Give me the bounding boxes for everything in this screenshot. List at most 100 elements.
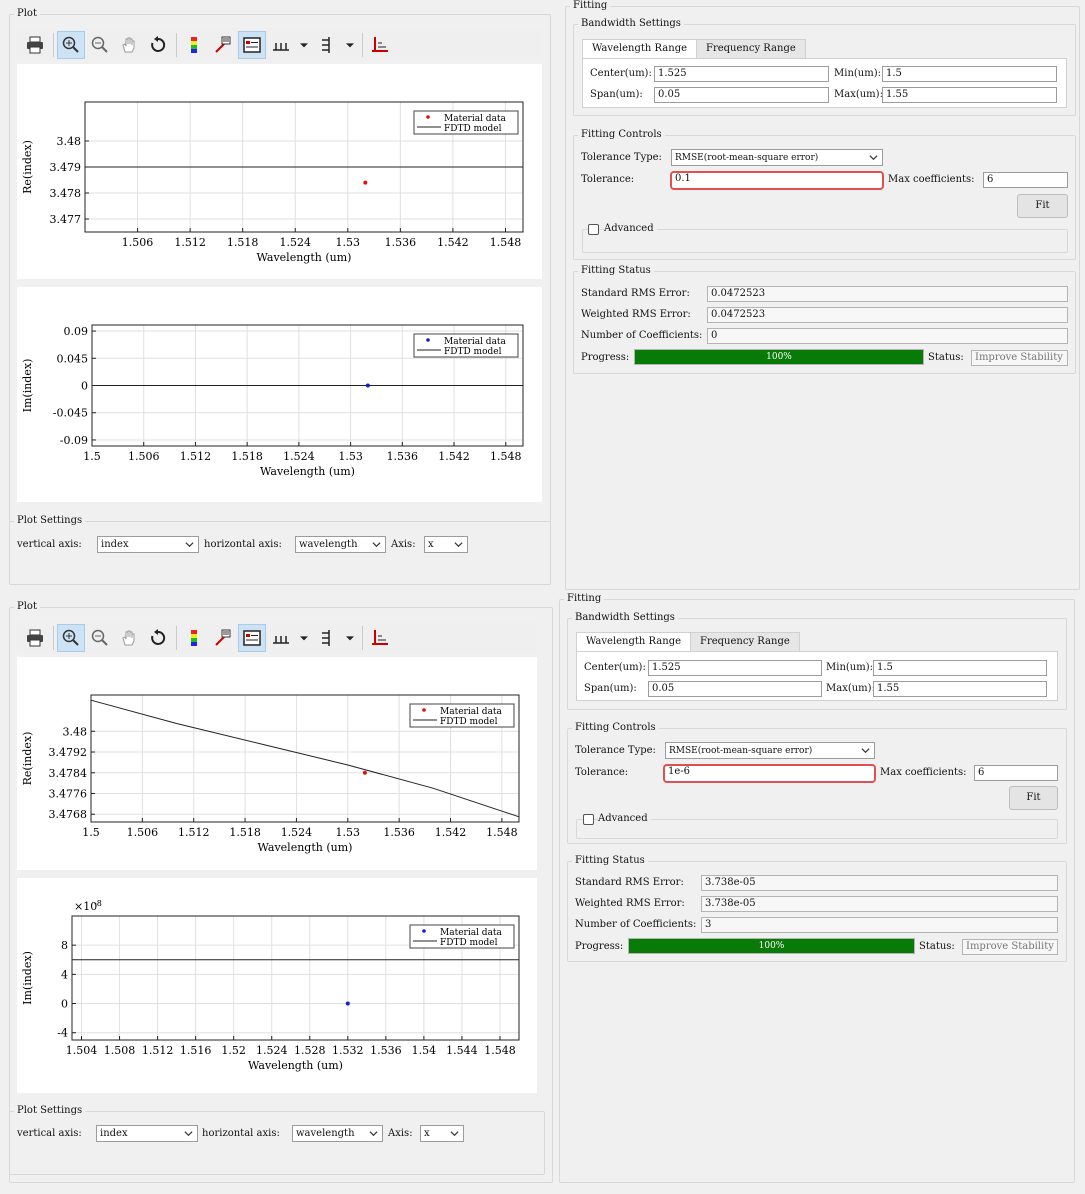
markers-dropdown[interactable] <box>296 624 312 652</box>
markers-button[interactable] <box>267 31 295 59</box>
markers-button[interactable] <box>267 624 295 652</box>
advanced-checkbox[interactable] <box>588 224 599 235</box>
y-tick-label: 3.477 <box>50 213 82 226</box>
min-field[interactable]: 1.5 <box>882 66 1057 82</box>
advanced-checkbox[interactable] <box>583 814 594 825</box>
pan-button[interactable] <box>115 31 143 59</box>
tolerance-type-select[interactable]: RMSE(root-mean-square error) <box>671 149 883 166</box>
min-field[interactable]: 1.5 <box>873 660 1047 676</box>
markers-icon <box>273 636 289 644</box>
tab-wavelength-range[interactable]: Wavelength Range <box>576 632 692 652</box>
plot-settings-title: Plot Settings <box>14 1105 86 1117</box>
markers-dropdown[interactable] <box>296 31 312 59</box>
y-tick-label: 8 <box>61 939 68 952</box>
re-index-chart[interactable]: 1.506 1.512 1.518 1.524 1.53 1.536 1.542 1.548 3… <box>17 64 542 279</box>
y-axis-label: Im(index) <box>21 951 34 1005</box>
horizontal-axis-select[interactable]: wavelength <box>295 536 386 553</box>
x-tick-label: 1.542 <box>437 236 469 249</box>
toolbar-separator <box>176 626 177 650</box>
center-field[interactable]: 1.525 <box>654 66 829 82</box>
max-coefficients-label: Max coefficients: <box>888 174 975 185</box>
data-cursor-button[interactable] <box>209 624 237 652</box>
print-button[interactable] <box>21 31 49 59</box>
reset-button[interactable] <box>144 31 172 59</box>
vertical-axis-select[interactable]: index <box>96 1125 198 1142</box>
horizontal-axis-select[interactable]: wavelength <box>292 1125 383 1142</box>
progress-text: 100% <box>766 352 792 362</box>
axis-select[interactable]: x <box>420 1125 464 1142</box>
fit-button[interactable]: Fit <box>1009 786 1058 810</box>
tab-frequency-range[interactable]: Frequency Range <box>696 39 806 59</box>
tab-frequency-range[interactable]: Frequency Range <box>690 632 800 652</box>
zoom-out-button[interactable] <box>86 624 114 652</box>
axes-button[interactable] <box>366 31 394 59</box>
legend-label-material: Material data <box>444 337 507 347</box>
standard-rms-label: Standard RMS Error: <box>581 288 690 299</box>
tolerance-field[interactable]: 1e-6 <box>663 764 876 783</box>
legend-button[interactable] <box>238 624 266 652</box>
status-label: Status: <box>928 352 964 363</box>
tolerance-type-select[interactable]: RMSE(root-mean-square error) <box>665 742 875 759</box>
axis-label: Axis: <box>388 1128 413 1139</box>
fitting-controls-title: Fitting Controls <box>578 129 665 141</box>
max-label: Max(um): <box>834 89 883 100</box>
progress-label: Progress: <box>581 352 630 363</box>
re-index-chart[interactable]: 1.5 1.506 1.512 1.518 1.524 1.53 1.536 1.542 1.5… <box>17 657 537 870</box>
align-dropdown[interactable] <box>342 31 358 59</box>
im-index-chart[interactable]: 1.5 1.506 1.512 1.518 1.524 1.53 1.536 1.542 1.5… <box>17 287 542 502</box>
max-field[interactable]: 1.55 <box>873 681 1047 697</box>
colormap-button[interactable] <box>180 624 208 652</box>
data-cursor-button[interactable] <box>209 31 237 59</box>
legend-marker-material <box>426 338 430 342</box>
reset-icon <box>151 629 166 645</box>
tab-wavelength-range[interactable]: Wavelength Range <box>582 39 698 59</box>
span-field[interactable]: 0.05 <box>648 681 822 697</box>
axis-value: x <box>428 539 434 550</box>
x-tick-label: 1.544 <box>446 1044 478 1057</box>
colormap-button[interactable] <box>180 31 208 59</box>
axes-button[interactable] <box>366 624 394 652</box>
x-tick-label: 1.524 <box>283 450 315 463</box>
align-button[interactable] <box>313 624 341 652</box>
print-button[interactable] <box>21 624 49 652</box>
max-field[interactable]: 1.55 <box>882 87 1057 103</box>
x-tick-label: 1.512 <box>174 236 206 249</box>
span-field[interactable]: 0.05 <box>654 87 829 103</box>
tolerance-label: Tolerance: <box>581 174 635 185</box>
axes-icon <box>372 37 388 52</box>
zoom-in-button[interactable] <box>57 31 85 59</box>
legend-marker-material <box>422 708 426 712</box>
tolerance-field[interactable]: 0.1 <box>670 171 884 190</box>
im-index-chart[interactable]: 1.504 1.508 1.512 1.516 1.52 1.524 1.528 1.532 1… <box>17 878 537 1093</box>
zoom-in-button[interactable] <box>57 624 85 652</box>
x-tick-label: 1.512 <box>178 826 210 839</box>
weighted-rms-value: 3.738e-05 <box>701 896 1058 912</box>
legend-label-model: FDTD model <box>440 717 498 727</box>
x-tick-label: 1.508 <box>104 1044 136 1057</box>
y-tick-label: 3.479 <box>50 161 82 174</box>
tolerance-type-label: Tolerance Type: <box>581 152 662 163</box>
center-label: Center(um): <box>590 68 652 79</box>
axis-select[interactable]: x <box>424 536 468 553</box>
align-button[interactable] <box>313 31 341 59</box>
zoom-out-button[interactable] <box>86 31 114 59</box>
center-field[interactable]: 1.525 <box>648 660 822 676</box>
max-coefficients-field[interactable]: 6 <box>983 172 1068 188</box>
pan-button[interactable] <box>115 624 143 652</box>
fit-button[interactable]: Fit <box>1017 194 1068 218</box>
vertical-axis-value: index <box>101 539 129 550</box>
legend-button[interactable] <box>238 31 266 59</box>
legend-label-model: FDTD model <box>440 938 498 948</box>
span-label: Span(um): <box>584 683 637 694</box>
x-tick-label: 1.54 <box>412 1044 437 1057</box>
plot-group-title: Plot <box>14 601 40 613</box>
y-tick-label: 3.48 <box>57 135 82 148</box>
bandwidth-title: Bandwidth Settings <box>572 612 678 624</box>
reset-button[interactable] <box>144 624 172 652</box>
chevron-down-icon <box>372 542 381 548</box>
max-coefficients-field[interactable]: 6 <box>974 765 1058 781</box>
vertical-axis-select[interactable]: index <box>97 536 199 553</box>
bandwidth-title: Bandwidth Settings <box>578 18 684 30</box>
align-dropdown[interactable] <box>342 624 358 652</box>
chevron-down-icon <box>185 542 194 548</box>
